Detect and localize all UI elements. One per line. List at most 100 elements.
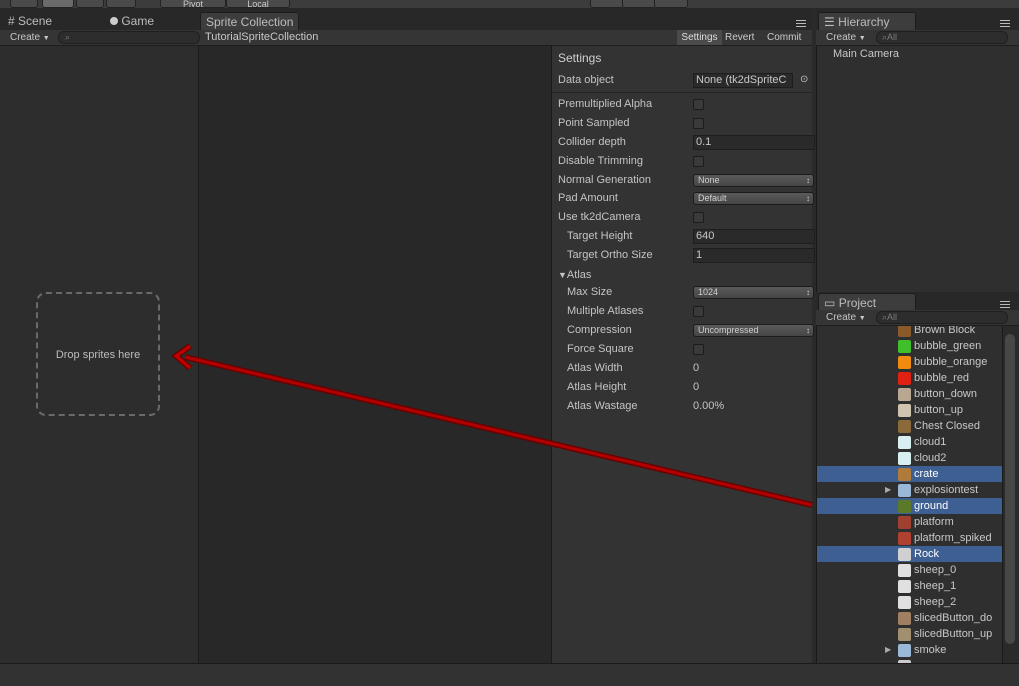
drop-zone[interactable]: Drop sprites here [36, 292, 160, 416]
sprite-thumbnail-icon [898, 628, 911, 641]
project-item-label: cloud1 [914, 436, 947, 448]
main-toolbar: Pivot Local [0, 0, 1019, 9]
compression-select[interactable]: Uncompressed [693, 324, 814, 337]
project-item[interactable]: platform [817, 514, 1003, 530]
collider-depth-field[interactable]: 0.1 [693, 135, 815, 150]
expand-arrow-icon[interactable]: ▶ [885, 642, 891, 658]
atlas-width-label: Atlas Width [567, 362, 623, 374]
expand-arrow-icon[interactable]: ▶ [885, 482, 891, 498]
sprite-thumbnail-icon [898, 596, 911, 609]
target-ortho-size-value: 1 [696, 249, 703, 261]
premultiplied-alpha-checkbox[interactable] [693, 99, 704, 110]
project-search-input[interactable]: ⌕All [876, 311, 1008, 324]
pad-amount-row: Pad Amount Default [558, 189, 814, 207]
atlas-foldout[interactable]: ▼Atlas [558, 266, 810, 284]
sprite-thumbnail-icon [898, 548, 911, 561]
project-item[interactable]: Chest Closed [817, 418, 1003, 434]
tab-hierarchy[interactable]: ☰ Hierarchy [818, 12, 916, 31]
project-item[interactable]: slicedButton_up [817, 626, 1003, 642]
project-item-label: bubble_orange [914, 356, 988, 368]
project-item-label: ground [914, 500, 949, 512]
hierarchy-search-input[interactable]: ⌕All [876, 31, 1008, 44]
force-square-checkbox[interactable] [693, 344, 704, 355]
step-button[interactable] [654, 0, 688, 8]
search-input[interactable]: ⌕ [58, 31, 200, 44]
max-size-select[interactable]: 1024 [693, 286, 814, 299]
scale-tool-button[interactable] [106, 0, 136, 8]
rotate-tool-button[interactable] [76, 0, 104, 8]
premultiplied-alpha-label: Premultiplied Alpha [558, 98, 653, 110]
sprite-thumbnail-icon [898, 420, 911, 433]
compression-value: Uncompressed [698, 325, 759, 335]
multiple-atlases-checkbox[interactable] [693, 306, 704, 317]
sprite-thumbnail-icon [898, 372, 911, 385]
pacman-icon [110, 17, 118, 25]
tab-game[interactable]: Game [110, 12, 154, 30]
sprite-thumbnail-icon [898, 436, 911, 449]
project-item-label: slicedButton_up [914, 628, 993, 640]
project-item[interactable]: cloud1 [817, 434, 1003, 450]
scrollbar-thumb[interactable] [1005, 334, 1015, 644]
hierarchy-menu-icon[interactable] [1000, 20, 1010, 28]
project-item[interactable]: Brown Block [817, 326, 1003, 338]
max-size-row: Max Size 1024 [567, 283, 819, 301]
settings-button[interactable]: Settings [677, 30, 722, 45]
pivot-button[interactable]: Pivot [160, 0, 226, 9]
local-button[interactable]: Local [226, 0, 290, 9]
project-item[interactable]: sheep_2 [817, 594, 1003, 610]
use-tk2d-camera-checkbox[interactable] [693, 212, 704, 223]
create-dropdown[interactable]: Create ▼ [10, 31, 50, 44]
hierarchy-create-dropdown[interactable]: Create ▼ [826, 31, 866, 44]
tab-sprite-collection[interactable]: Sprite Collection [200, 12, 300, 31]
target-ortho-size-field[interactable]: 1 [693, 248, 815, 263]
project-item[interactable]: ▶ smoke [817, 642, 1003, 658]
project-item[interactable]: Rock [817, 546, 1003, 562]
hierarchy-item[interactable]: Main Camera [833, 48, 899, 60]
project-item[interactable]: ground [817, 498, 1003, 514]
commit-button[interactable]: Commit [767, 30, 801, 45]
panel-menu-icon[interactable] [796, 20, 806, 28]
project-item[interactable]: ▶ explosiontest [817, 482, 1003, 498]
use-tk2d-camera-label: Use tk2dCamera [558, 211, 641, 223]
tab-scene[interactable]: # Scene [8, 12, 52, 30]
play-button[interactable] [590, 0, 624, 8]
disable-trimming-checkbox[interactable] [693, 156, 704, 167]
project-item[interactable]: bubble_green [817, 338, 1003, 354]
settings-button-label: Settings [681, 32, 718, 43]
point-sampled-label: Point Sampled [558, 117, 630, 129]
hand-tool-button[interactable] [10, 0, 38, 8]
move-tool-button[interactable] [42, 0, 74, 8]
project-item[interactable]: sheep_1 [817, 578, 1003, 594]
project-item[interactable]: platform_spiked [817, 530, 1003, 546]
pad-amount-select[interactable]: Default [693, 192, 814, 205]
hierarchy-search-placeholder: All [887, 32, 898, 42]
tab-project-label: Project [838, 296, 877, 310]
project-item[interactable]: sheep_0 [817, 562, 1003, 578]
project-create-dropdown[interactable]: Create ▼ [826, 311, 866, 324]
point-sampled-checkbox[interactable] [693, 118, 704, 129]
project-item-label: crate [914, 468, 939, 480]
project-item[interactable]: button_up [817, 402, 1003, 418]
data-object-field[interactable]: None (tk2dSpriteC [693, 73, 793, 88]
revert-button[interactable]: Revert [725, 30, 754, 45]
target-height-field[interactable]: 640 [693, 229, 815, 244]
project-item[interactable]: cloud2 [817, 450, 1003, 466]
project-scrollbar[interactable] [1002, 326, 1018, 663]
project-menu-icon[interactable] [1000, 301, 1010, 309]
project-item-label: slicedButton_do [914, 612, 993, 624]
max-size-value: 1024 [698, 287, 719, 297]
project-item[interactable]: bubble_orange [817, 354, 1003, 370]
object-picker-icon[interactable]: ⊙ [800, 71, 808, 89]
project-item[interactable]: button_down [817, 386, 1003, 402]
sprite-thumbnail-icon [898, 468, 911, 481]
tab-scene-label: Scene [18, 14, 53, 28]
project-item[interactable]: bubble_red [817, 370, 1003, 386]
atlas-wastage-value: 0.00% [693, 400, 725, 412]
normal-generation-select[interactable]: None [693, 174, 814, 187]
pause-button[interactable] [622, 0, 656, 8]
project-item-label: Chest Closed [914, 420, 981, 432]
collider-depth-value: 0.1 [696, 136, 712, 148]
sprite-thumbnail-icon [898, 452, 911, 465]
project-item[interactable]: crate [817, 466, 1003, 482]
project-item[interactable]: slicedButton_do [817, 610, 1003, 626]
